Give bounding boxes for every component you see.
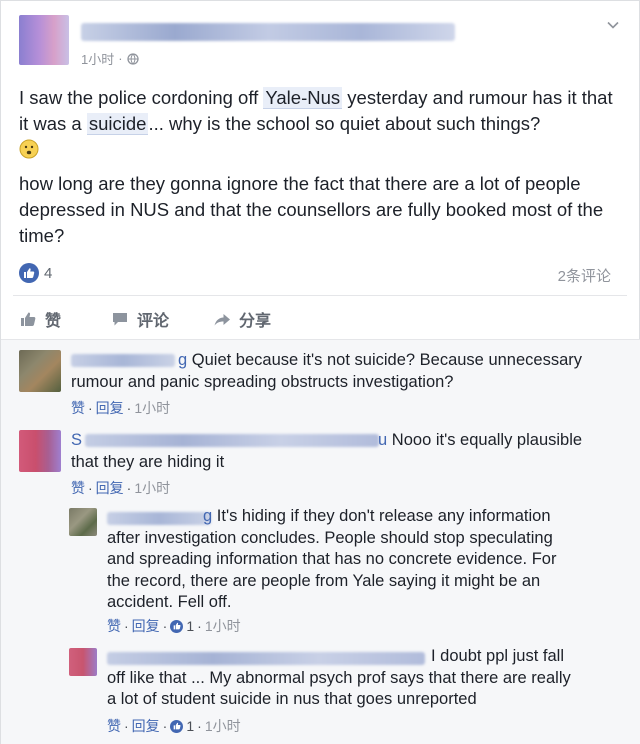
author-name-redacted[interactable] — [81, 23, 455, 41]
reply: g It's hiding if they don't release any … — [1, 500, 640, 638]
mini-like-icon — [170, 619, 184, 633]
reply-line: It's hiding if they don't release any in… — [216, 507, 551, 525]
reply-line: a lot of student suicide in nus that goe… — [107, 690, 477, 708]
sad-face-emoji-icon — [19, 139, 39, 159]
meta-separator: · — [126, 480, 132, 496]
like-button[interactable]: 赞 — [19, 307, 61, 331]
meta-separator: · — [162, 618, 168, 634]
replier-avatar[interactable] — [69, 508, 97, 536]
reply-text: I doubt ppl just fall off like that ... … — [107, 646, 627, 711]
reply-text: g It's hiding if they don't release any … — [107, 506, 627, 614]
post-time[interactable]: 1小时 — [81, 49, 114, 68]
comment-count[interactable]: 2条评论 — [558, 265, 611, 286]
comment-button[interactable]: 评论 — [111, 307, 169, 331]
comment-line: Nooo it's equally plausible — [391, 431, 583, 449]
tag-suicide[interactable]: suicide — [86, 113, 149, 135]
reply-like-link[interactable]: 赞 — [107, 616, 121, 636]
meta-separator: · — [126, 400, 132, 416]
commenter-avatar[interactable] — [19, 350, 61, 392]
facebook-post-card: 1小时 · I saw the police cordoning off Yal… — [0, 0, 640, 744]
meta-separator: · — [124, 618, 129, 634]
reply-line: I doubt ppl just fall — [431, 647, 564, 665]
reply-time[interactable]: 1小时 — [205, 616, 241, 636]
comment-line: Quiet because it's not suicide? Because … — [191, 351, 582, 369]
comment-reply-link[interactable]: 回复 — [96, 398, 124, 418]
post-paragraph-1: I saw the police cordoning off Yale-Nus … — [19, 85, 625, 163]
share-arrow-icon — [214, 314, 231, 326]
reply-meta: 赞 · 回复 · 1 · 1小时 — [107, 616, 241, 636]
like-badge-icon — [19, 263, 39, 283]
replier-name-tail[interactable]: g — [203, 507, 212, 525]
share-label: 分享 — [239, 313, 272, 330]
chevron-down-icon[interactable] — [607, 19, 619, 31]
comment-like-link[interactable]: 赞 — [71, 478, 85, 498]
likes-summary[interactable]: 4 — [19, 263, 52, 283]
tag-yale-nus[interactable]: Yale-Nus — [263, 87, 343, 109]
comment-like-link[interactable]: 赞 — [71, 398, 85, 418]
comment-label: 评论 — [137, 313, 170, 330]
post-meta: 1小时 · — [81, 49, 139, 68]
reply-like-count[interactable]: 1 — [186, 618, 194, 634]
comment-text: g Quiet because it's not suicide? Becaus… — [71, 350, 631, 393]
reply-line: accident. Fell off. — [107, 593, 232, 611]
reply-like-count[interactable]: 1 — [186, 718, 194, 734]
globe-icon — [126, 52, 139, 65]
author-avatar[interactable] — [19, 15, 69, 65]
replier-avatar[interactable] — [69, 648, 97, 676]
reply-line: the record, there are people from Yale s… — [107, 571, 541, 590]
post-text-part: I saw the police cordoning off — [19, 87, 264, 108]
thumbs-up-icon — [21, 312, 36, 326]
comments-section: g Quiet because it's not suicide? Becaus… — [1, 339, 640, 744]
comment-icon — [113, 313, 128, 326]
reply-line: and spreading information that has no co… — [107, 550, 557, 568]
like-label: 赞 — [45, 313, 62, 330]
comment-meta: 赞 · 回复 · 1小时 — [71, 398, 170, 418]
meta-separator: · — [197, 618, 202, 634]
reply-time[interactable]: 1小时 — [205, 716, 241, 736]
reply-reply-link[interactable]: 回复 — [132, 716, 160, 736]
reply-meta: 赞 · 回复 · 1 · 1小时 — [107, 716, 241, 736]
reply-line: after investigation concludes. People sh… — [107, 528, 553, 547]
commenter-avatar[interactable] — [19, 430, 61, 472]
reply-line: off like that ... My abnormal psych prof… — [107, 668, 571, 687]
share-button[interactable]: 分享 — [213, 307, 271, 331]
post-actions: 赞 评论 分享 — [19, 307, 271, 331]
comment-time[interactable]: 1小时 — [134, 398, 170, 418]
meta-separator: · — [197, 718, 202, 734]
like-count: 4 — [44, 264, 53, 282]
comment: Su Nooo it's equally plausible that they… — [1, 420, 640, 500]
reply-like-link[interactable]: 赞 — [107, 716, 121, 736]
comment-time[interactable]: 1小时 — [134, 478, 170, 498]
commenter-name-tail[interactable]: u — [378, 431, 387, 449]
commenter-name-tail[interactable]: g — [178, 351, 187, 369]
comment-line: that they are hiding it — [71, 452, 225, 471]
meta-separator: · — [88, 480, 93, 496]
post-paragraph-2: how long are they gonna ignore the fact … — [19, 173, 604, 246]
comment: g Quiet because it's not suicide? Becaus… — [1, 340, 640, 420]
comment-meta: 赞 · 回复 · 1小时 — [71, 478, 170, 498]
meta-separator: · — [88, 400, 93, 416]
reply-reply-link[interactable]: 回复 — [132, 616, 160, 636]
meta-separator: · — [124, 718, 129, 734]
comment-text: Su Nooo it's equally plausible that they… — [71, 430, 631, 473]
mini-like-icon — [170, 719, 184, 733]
post-text-part: ... why is the school so quiet about suc… — [148, 113, 541, 134]
meta-separator: · — [162, 718, 168, 734]
meta-separator: · — [118, 51, 123, 66]
reply: I doubt ppl just fall off like that ... … — [1, 640, 640, 744]
commenter-name-head[interactable]: S — [71, 431, 82, 449]
divider — [13, 295, 627, 296]
comment-reply-link[interactable]: 回复 — [96, 478, 124, 498]
comment-line: rumour and panic spreading obstructs inv… — [71, 372, 454, 391]
